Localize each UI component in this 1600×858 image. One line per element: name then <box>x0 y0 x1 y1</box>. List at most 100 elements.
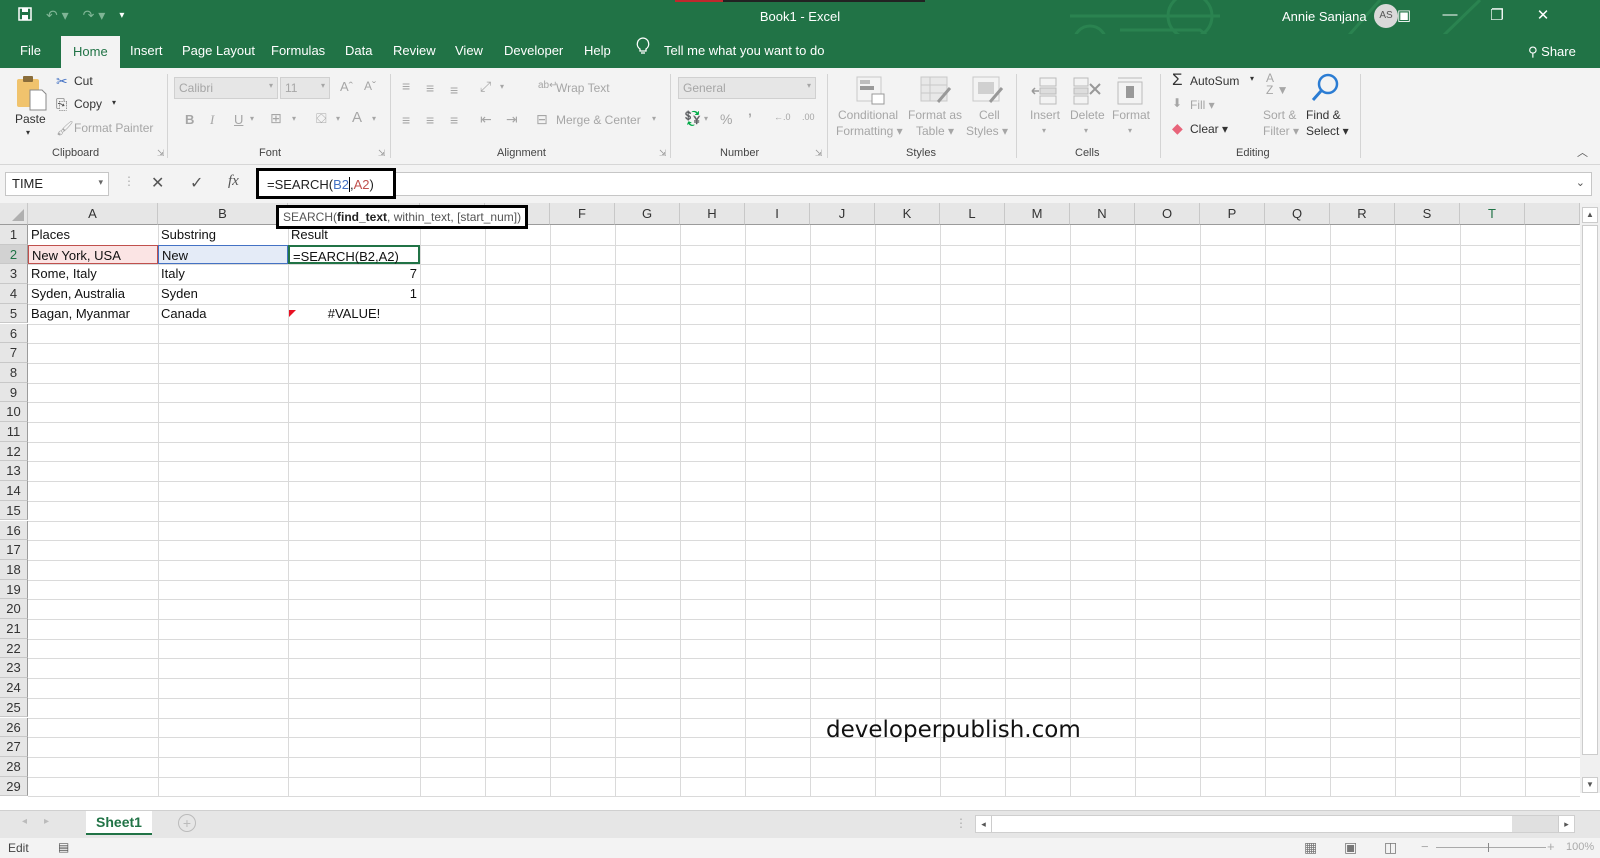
zoom-slider-thumb[interactable] <box>1488 843 1489 852</box>
shrink-font-icon[interactable]: Aˇ <box>364 79 376 93</box>
horizontal-scroll-track[interactable] <box>1512 816 1558 832</box>
zoom-level[interactable]: 100% <box>1566 841 1594 853</box>
tooltip-active-arg[interactable]: find_text <box>337 210 387 224</box>
cell-b2[interactable]: New <box>158 244 288 265</box>
font-name-dropdown[interactable]: Calibri ▾ <box>174 77 278 99</box>
cell-a5[interactable]: Bagan, Myanmar <box>28 304 158 324</box>
cell-a3[interactable]: Rome, Italy <box>28 264 158 284</box>
formula-input[interactable]: ⌄ <box>258 172 1592 196</box>
fill-color-icon[interactable]: ⛋ <box>316 110 327 127</box>
italic-button[interactable]: I <box>210 112 214 128</box>
autosum-button[interactable]: AutoSum <box>1190 74 1239 88</box>
row-header-24[interactable]: 24 <box>0 678 28 698</box>
number-launcher-icon[interactable]: ⇲ <box>815 148 823 159</box>
clipboard-launcher-icon[interactable]: ⇲ <box>157 148 165 159</box>
wrap-text-button[interactable]: Wrap Text <box>556 81 610 95</box>
font-size-dropdown[interactable]: 11 ▾ <box>280 77 330 99</box>
row-header-28[interactable]: 28 <box>0 756 28 777</box>
zoom-in-button[interactable]: + <box>1547 839 1555 854</box>
column-header-p[interactable]: P <box>1200 203 1265 225</box>
top-align-icon[interactable]: ≡ <box>402 78 410 94</box>
vertical-scroll-thumb[interactable] <box>1582 225 1598 755</box>
underline-button[interactable]: U <box>234 112 243 127</box>
horizontal-scrollbar[interactable]: ◂ ▸ <box>975 815 1575 833</box>
alignment-launcher-icon[interactable]: ⇲ <box>659 148 667 159</box>
bold-button[interactable]: B <box>185 112 194 127</box>
close-icon[interactable]: ✕ <box>1533 6 1553 24</box>
copy-button[interactable]: Copy <box>74 97 102 111</box>
column-header-a[interactable]: A <box>28 203 158 225</box>
column-header-o[interactable]: O <box>1135 203 1200 225</box>
fill-color-dropdown-icon[interactable]: ▾ <box>336 114 340 123</box>
zoom-out-button[interactable]: − <box>1421 839 1429 854</box>
paste-dropdown-icon[interactable]: ▾ <box>26 128 30 137</box>
row-header-5[interactable]: 5 <box>0 303 28 324</box>
align-left-icon[interactable]: ≡ <box>402 112 410 128</box>
row-header-20[interactable]: 20 <box>0 599 28 619</box>
font-launcher-icon[interactable]: ⇲ <box>378 148 386 159</box>
column-header-k[interactable]: K <box>875 203 940 225</box>
cell-a1[interactable]: Places <box>28 225 158 245</box>
row-header-25[interactable]: 25 <box>0 697 28 718</box>
row-header-22[interactable]: 22 <box>0 638 28 659</box>
row-header-2[interactable]: 2 <box>0 244 28 265</box>
number-format-dropdown[interactable]: General ▾ <box>678 77 816 99</box>
macro-recording-icon[interactable]: ▤ <box>58 840 69 854</box>
row-header-23[interactable]: 23 <box>0 658 28 679</box>
scroll-up-icon[interactable]: ▲ <box>1582 207 1598 223</box>
column-header-s[interactable]: S <box>1395 203 1460 225</box>
tab-formulas[interactable]: Formulas <box>271 34 325 68</box>
row-header-9[interactable]: 9 <box>0 382 28 403</box>
cell-c2[interactable]: =SEARCH(B2,A2) <box>288 244 420 265</box>
column-header-l[interactable]: L <box>940 203 1005 225</box>
tab-data[interactable]: Data <box>345 34 372 68</box>
decrease-decimal-button[interactable]: .00 <box>802 112 815 122</box>
row-header-11[interactable]: 11 <box>0 422 28 442</box>
tab-home[interactable]: Home <box>61 36 120 68</box>
row-header-16[interactable]: 16 <box>0 520 28 541</box>
column-header-b[interactable]: B <box>158 203 288 225</box>
name-box[interactable]: TIME ▾ <box>5 172 109 196</box>
tab-split-handle[interactable]: ⋮ <box>955 816 967 830</box>
scroll-down-icon[interactable]: ▼ <box>1582 777 1598 793</box>
autosum-dropdown-icon[interactable]: ▾ <box>1250 74 1254 83</box>
tab-insert[interactable]: Insert <box>130 34 163 68</box>
share-button[interactable]: ⚲ Share <box>1528 44 1576 60</box>
middle-align-icon[interactable]: ≡ <box>426 80 434 96</box>
cell-b1[interactable]: Substring <box>158 225 288 245</box>
conditional-formatting-button[interactable]: Conditional Formatting ▾ <box>836 74 904 144</box>
formula-input-highlight[interactable]: =SEARCH(B2,A2) <box>256 168 396 199</box>
cell-c3[interactable]: 7 <box>288 264 420 284</box>
cell-b4[interactable]: Syden <box>158 284 288 304</box>
row-header-29[interactable]: 29 <box>0 776 28 797</box>
row-header-7[interactable]: 7 <box>0 343 28 363</box>
increase-decimal-button[interactable]: ←.0 <box>774 112 791 122</box>
zoom-slider[interactable] <box>1436 843 1546 852</box>
insert-cells-button[interactable]: Insert ▾ <box>1026 74 1066 144</box>
align-right-icon[interactable]: ≡ <box>450 112 458 128</box>
select-all-corner[interactable] <box>0 203 28 225</box>
paste-button[interactable]: Paste ▾ <box>12 72 48 142</box>
borders-icon[interactable]: ⊞ <box>270 110 282 127</box>
add-sheet-button[interactable]: + <box>178 814 196 832</box>
enter-entry-button[interactable]: ✓ <box>190 173 203 193</box>
copy-dropdown-icon[interactable]: ▾ <box>112 98 116 107</box>
row-header-10[interactable]: 10 <box>0 402 28 422</box>
percent-style-button[interactable]: % <box>720 111 732 127</box>
column-header-m[interactable]: M <box>1005 203 1070 225</box>
column-header-i[interactable]: I <box>745 203 810 225</box>
spreadsheet-grid[interactable]: ABCDEFGHIJKLMNOPQRST12345678910111213141… <box>0 203 1600 808</box>
column-header-j[interactable]: J <box>810 203 875 225</box>
underline-dropdown-icon[interactable]: ▾ <box>250 114 254 123</box>
normal-view-icon[interactable]: ▦ <box>1304 839 1317 856</box>
vertical-scrollbar[interactable]: ▲ ▼ <box>1580 203 1600 793</box>
tab-page-layout[interactable]: Page Layout <box>182 34 255 68</box>
insert-function-button[interactable]: fx <box>228 173 239 190</box>
tell-me-search[interactable]: Tell me what you want to do <box>664 34 824 68</box>
column-header-f[interactable]: F <box>550 203 615 225</box>
cell-a4[interactable]: Syden, Australia <box>28 284 158 304</box>
row-header-13[interactable]: 13 <box>0 461 28 482</box>
cell-b5[interactable]: Canada <box>158 304 288 324</box>
horizontal-scroll-thumb[interactable] <box>992 816 1512 832</box>
tab-help[interactable]: Help <box>584 34 611 68</box>
